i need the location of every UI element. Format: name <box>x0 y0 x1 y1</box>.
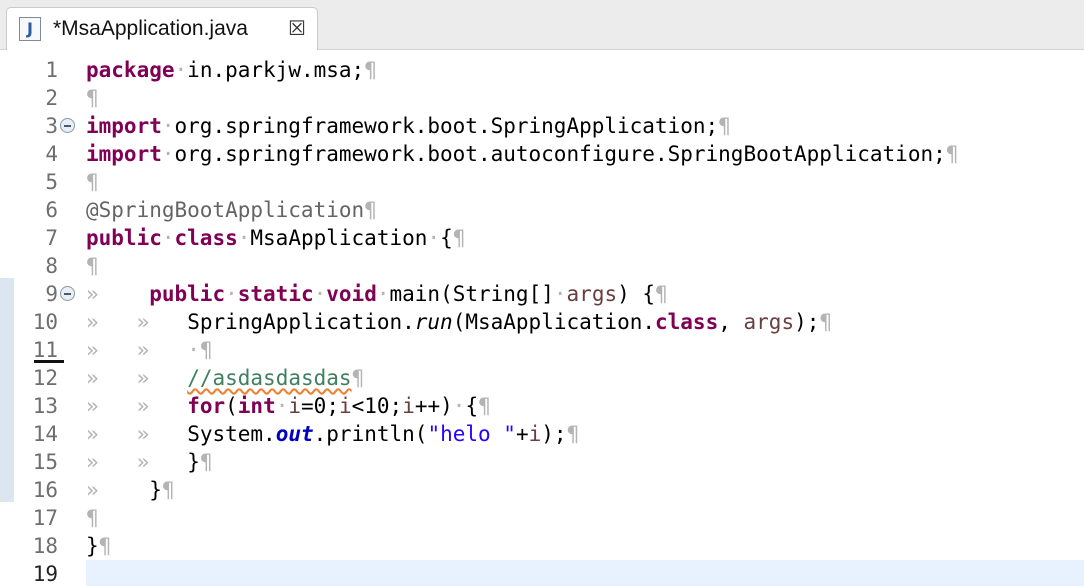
code-line[interactable]: import·org.springframework.boot.autoconf… <box>86 140 1084 168</box>
spelling-warning[interactable]: //asdasdasdas <box>187 366 351 390</box>
code-line[interactable]: » » SpringApplication.run(MsaApplication… <box>86 308 1084 336</box>
tab-title: *MsaApplication.java <box>53 17 248 40</box>
code-line[interactable]: ¶ <box>86 168 1084 196</box>
line-number: 1 <box>45 58 58 82</box>
code-line[interactable]: ¶ <box>86 84 1084 112</box>
code-line[interactable]: }¶ <box>86 532 1084 560</box>
line-number: 2 <box>45 86 58 110</box>
code-line[interactable]: » }¶ <box>86 476 1084 504</box>
code-line[interactable]: » » ·¶ <box>86 336 1084 364</box>
code-editor[interactable]: 1 2 3 4 5 6 7 8 9 10 11 12 13 14 15 16 1… <box>0 50 1084 586</box>
code-line[interactable]: @SpringBootApplication¶ <box>86 196 1084 224</box>
line-number: 8 <box>45 254 58 278</box>
line-number: 7 <box>45 226 58 250</box>
line-number-ruler[interactable]: 1 2 3 4 5 6 7 8 9 10 11 12 13 14 15 16 1… <box>0 50 86 586</box>
code-line[interactable]: » » }¶ <box>86 448 1084 476</box>
editor-tab-bar: J *MsaApplication.java ☒ <box>0 0 1084 50</box>
code-line[interactable]: ¶ <box>86 504 1084 532</box>
line-number: 15 <box>32 450 58 474</box>
fold-collapse-icon[interactable] <box>60 286 75 301</box>
code-line-current[interactable] <box>86 560 1084 586</box>
line-number: 13 <box>32 394 58 418</box>
code-line[interactable]: » » //asdasdasdas¶ <box>86 364 1084 392</box>
close-tab-icon[interactable]: ☒ <box>283 14 311 42</box>
line-number: 16 <box>32 478 58 502</box>
line-number: 18 <box>32 534 58 558</box>
code-line[interactable]: ¶ <box>86 252 1084 280</box>
caret-line-marker <box>34 360 64 363</box>
code-line[interactable]: » » System.out.println("helo "+i);¶ <box>86 420 1084 448</box>
fold-collapse-icon[interactable] <box>60 118 75 133</box>
line-number: 10 <box>32 310 58 334</box>
line-number: 4 <box>45 142 58 166</box>
java-file-icon: J <box>19 17 41 41</box>
code-line[interactable]: public·class·MsaApplication·{¶ <box>86 224 1084 252</box>
line-number: 12 <box>32 366 58 390</box>
editor-tab-msaapplication[interactable]: J *MsaApplication.java ☒ <box>6 7 318 50</box>
code-line[interactable]: import·org.springframework.boot.SpringAp… <box>86 112 1084 140</box>
line-number: 9 <box>0 280 86 308</box>
line-number: 14 <box>32 422 58 446</box>
code-line[interactable]: » public·static·void·main(String[]·args)… <box>86 280 1084 308</box>
line-number: 5 <box>45 170 58 194</box>
code-text-area[interactable]: package·in.parkjw.msa;¶ ¶ import·org.spr… <box>86 50 1084 586</box>
line-number: 6 <box>45 198 58 222</box>
line-number: 19 <box>32 562 58 586</box>
code-line[interactable]: package·in.parkjw.msa;¶ <box>86 56 1084 84</box>
code-line[interactable]: » » for(int·i=0;i<10;i++)·{¶ <box>86 392 1084 420</box>
line-number: 3 <box>0 112 86 140</box>
line-number: 17 <box>32 506 58 530</box>
